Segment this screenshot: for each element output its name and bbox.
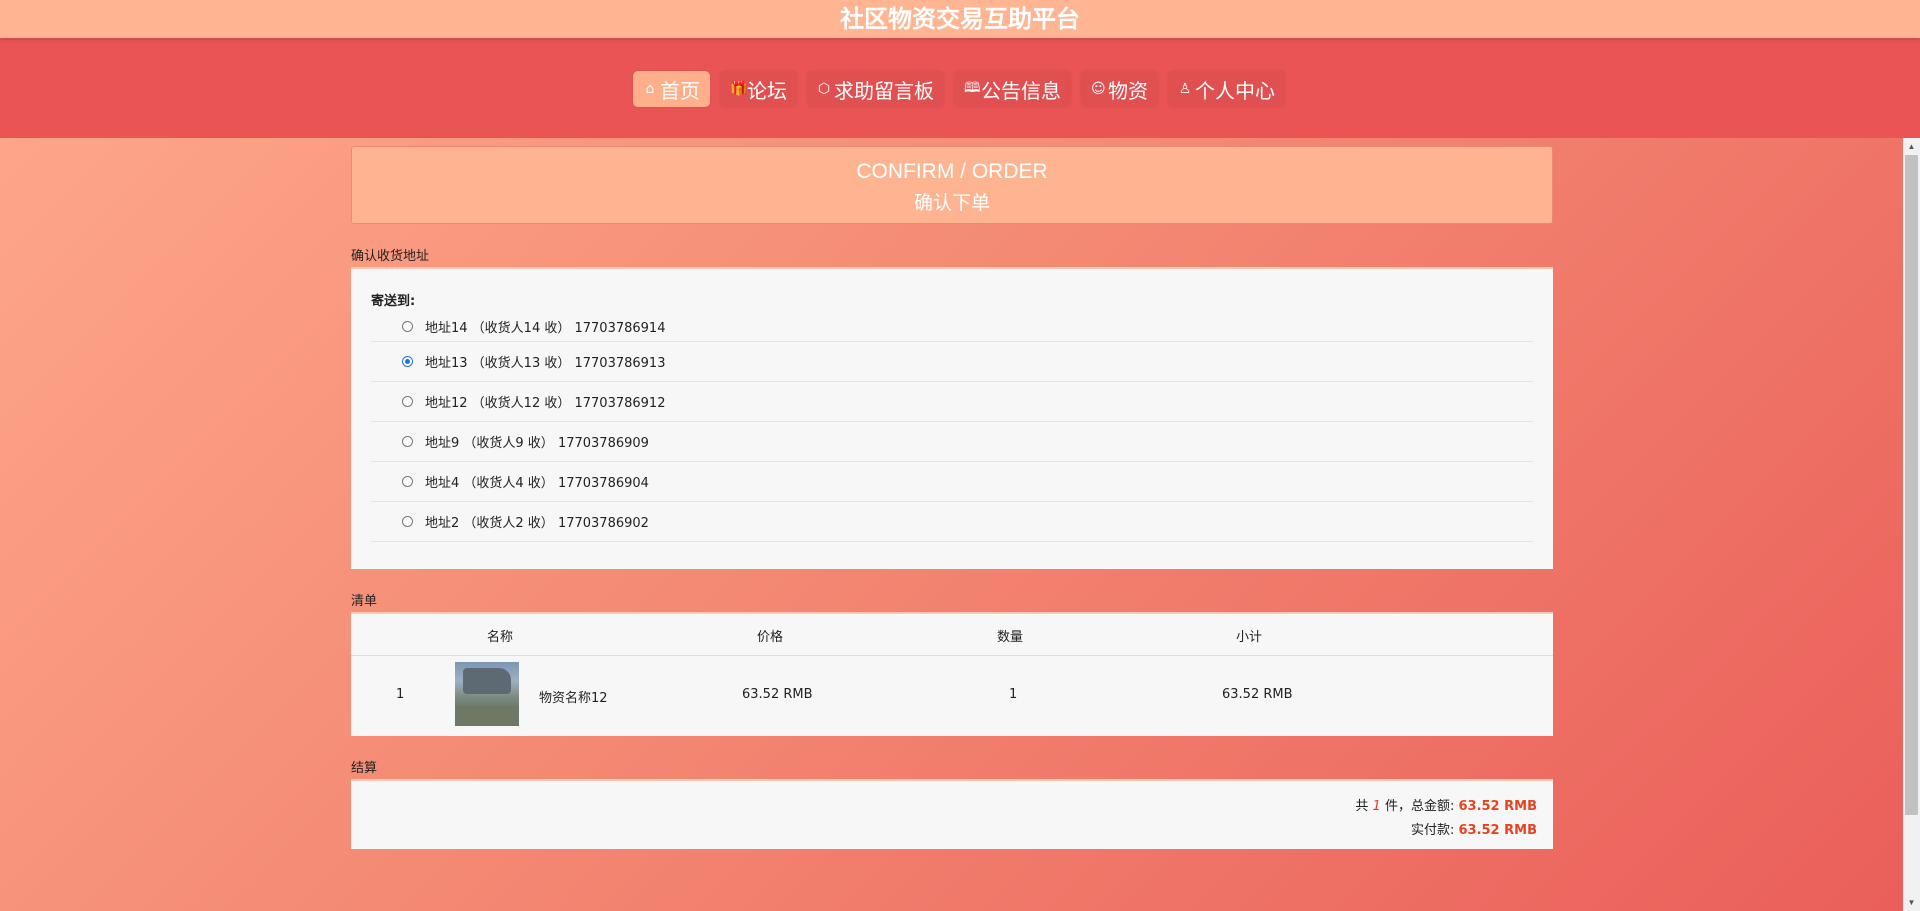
scroll-down-arrow-icon[interactable]: ▼ xyxy=(1903,894,1920,911)
main-navbar: ⌂ 首页 🎁 论坛 ⬡ 求助留言板 🕮 公告信息 ☺ 物资 ♙ 个人中心 xyxy=(0,38,1920,138)
address-text: 地址9 （收货人9 收） 17703786909 xyxy=(425,436,649,451)
table-header: 名称 价格 数量 小计 xyxy=(351,614,1553,656)
aircraft-image xyxy=(463,668,511,694)
address-radio[interactable] xyxy=(402,476,413,487)
address-option[interactable]: 地址9 （收货人9 收） 17703786909 xyxy=(371,422,1533,462)
address-option[interactable]: 地址2 （收货人2 收） 17703786902 xyxy=(371,502,1533,542)
row-quantity: 1 xyxy=(1009,687,1018,702)
nav-item-label: 公告信息 xyxy=(981,78,1061,103)
nav-item-2[interactable]: ⬡ 求助留言板 xyxy=(807,71,944,107)
top-title-bar: 社区物资交易互助平台 xyxy=(0,0,1920,38)
item-count: 1 xyxy=(1372,799,1381,814)
nav-item-5[interactable]: ♙ 个人中心 xyxy=(1168,71,1285,107)
order-list-table: 名称 价格 数量 小计 1 物资名称12 63.52 RMB 1 63.52 R… xyxy=(351,612,1553,736)
list-section-label: 清单 xyxy=(351,594,378,609)
count-prefix: 共 xyxy=(1355,799,1369,814)
nav-list: ⌂ 首页 🎁 论坛 ⬡ 求助留言板 🕮 公告信息 ☺ 物资 ♙ 个人中心 xyxy=(633,71,1285,107)
nav-item-label: 论坛 xyxy=(747,78,787,103)
nav-item-0[interactable]: ⌂ 首页 xyxy=(633,71,710,107)
address-radio[interactable] xyxy=(402,396,413,407)
nav-item-label: 物资 xyxy=(1108,78,1148,103)
header-name: 名称 xyxy=(487,630,514,645)
address-radio[interactable] xyxy=(402,436,413,447)
order-banner: CONFIRM / ORDER 确认下单 xyxy=(351,146,1553,224)
nav-item-label: 求助留言板 xyxy=(834,78,934,103)
total-amount: 63.52 RMB xyxy=(1458,799,1537,814)
count-suffix: 件，总金额: xyxy=(1384,799,1455,814)
address-option[interactable]: 地址4 （收货人4 收） 17703786904 xyxy=(371,462,1533,502)
address-panel: 寄送到: 地址14 （收货人14 收） 17703786914 地址13 （收货人… xyxy=(351,267,1553,569)
row-index: 1 xyxy=(396,687,405,702)
address-list: 地址14 （收货人14 收） 17703786914 地址13 （收货人13 收）… xyxy=(371,311,1533,542)
main-content: CONFIRM / ORDER 确认下单 确认收货地址 寄送到: 地址14 （收… xyxy=(351,146,1553,849)
book-icon: 🕮 xyxy=(964,80,981,96)
site-title: 社区物资交易互助平台 xyxy=(840,5,1080,33)
header-quantity: 数量 xyxy=(997,630,1024,645)
address-text: 地址4 （收货人4 收） 17703786904 xyxy=(425,476,649,491)
row-name[interactable]: 物资名称12 xyxy=(539,687,608,706)
scroll-thumb[interactable] xyxy=(1905,155,1918,815)
checkout-panel: 共 1 件，总金额: 63.52 RMB 实付款: 63.52 RMB xyxy=(351,779,1553,849)
home-icon: ⌂ xyxy=(645,81,655,97)
paid-line: 实付款: 63.52 RMB xyxy=(1411,819,1537,838)
vertical-scrollbar[interactable]: ▲ ▼ xyxy=(1903,138,1920,911)
header-price: 价格 xyxy=(757,630,784,645)
address-text: 地址2 （收货人2 收） 17703786902 xyxy=(425,516,649,531)
address-text: 地址13 （收货人13 收） 17703786913 xyxy=(425,356,666,371)
header-subtotal: 小计 xyxy=(1236,630,1263,645)
nav-item-3[interactable]: 🕮 公告信息 xyxy=(954,71,1071,107)
banner-title-cn: 确认下单 xyxy=(913,192,990,214)
address-section-label: 确认收货地址 xyxy=(351,249,430,264)
paid-label: 实付款: xyxy=(1410,823,1455,838)
address-option[interactable]: 地址12 （收货人12 收） 17703786912 xyxy=(371,382,1533,422)
address-radio[interactable] xyxy=(402,320,413,332)
cube-icon: ⬡ xyxy=(817,81,831,97)
gift-icon: 🎁 xyxy=(730,81,748,97)
product-thumbnail[interactable] xyxy=(455,662,519,726)
row-price: 63.52 RMB xyxy=(742,687,813,702)
total-line: 共 1 件，总金额: 63.52 RMB xyxy=(1355,795,1537,814)
address-option[interactable]: 地址14 （收货人14 收） 17703786914 xyxy=(371,311,1533,342)
checkout-section-label: 结算 xyxy=(351,761,378,776)
banner-title-en: CONFIRM / ORDER xyxy=(856,160,1048,183)
table-row: 1 物资名称12 63.52 RMB 1 63.52 RMB xyxy=(351,655,1553,736)
address-text: 地址12 （收货人12 收） 17703786912 xyxy=(425,396,666,411)
nav-item-4[interactable]: ☺ 物资 xyxy=(1081,71,1158,107)
nav-item-1[interactable]: 🎁 论坛 xyxy=(720,71,797,107)
address-option[interactable]: 地址13 （收货人13 收） 17703786913 xyxy=(371,342,1533,382)
nav-item-label: 个人中心 xyxy=(1195,78,1275,103)
user-icon: ♙ xyxy=(1178,81,1192,97)
smile-icon: ☺ xyxy=(1091,81,1106,97)
address-radio[interactable] xyxy=(402,356,413,367)
scroll-up-arrow-icon[interactable]: ▲ xyxy=(1903,138,1920,155)
row-subtotal: 63.52 RMB xyxy=(1222,687,1293,702)
ship-to-label: 寄送到: xyxy=(371,294,416,309)
address-text: 地址14 （收货人14 收） 17703786914 xyxy=(425,320,666,336)
nav-item-label: 首页 xyxy=(660,78,700,103)
address-radio[interactable] xyxy=(402,516,413,527)
paid-amount: 63.52 RMB xyxy=(1458,823,1537,838)
ground-image xyxy=(455,706,519,726)
